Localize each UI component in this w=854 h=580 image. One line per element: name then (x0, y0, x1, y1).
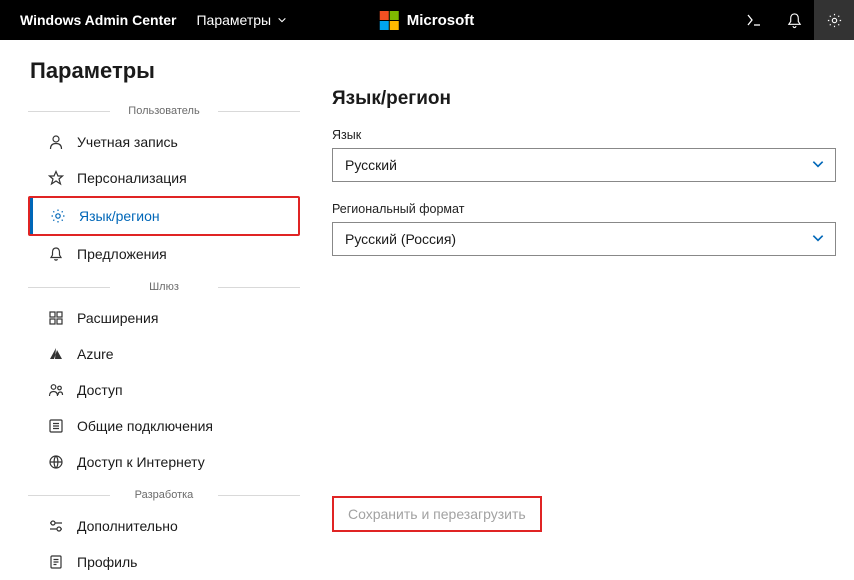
gear-icon (49, 207, 67, 225)
language-field-label: Язык (332, 128, 836, 142)
settings-button[interactable] (814, 0, 854, 40)
sidebar-item-label: Дополнительно (77, 518, 178, 534)
sidebar-item-shared-connections[interactable]: Общие подключения (28, 408, 300, 444)
chevron-down-icon (277, 15, 287, 25)
region-field-label: Региональный формат (332, 202, 836, 216)
region-select-value: Русский (Россия) (345, 231, 456, 247)
language-select-value: Русский (345, 157, 397, 173)
page-title: Параметры (28, 58, 300, 84)
sidebar-item-label: Учетная запись (77, 134, 178, 150)
language-select[interactable]: Русский (332, 148, 836, 182)
sidebar-item-extensions[interactable]: Расширения (28, 300, 300, 336)
microsoft-logo-icon (380, 11, 399, 30)
sidebar-item-label: Персонализация (77, 170, 187, 186)
sidebar-item-label: Расширения (77, 310, 158, 326)
document-icon (47, 553, 65, 571)
sidebar-item-label: Доступ (77, 382, 123, 398)
people-icon (47, 381, 65, 399)
microsoft-logo-text: Microsoft (407, 12, 475, 29)
sidebar-item-suggestions[interactable]: Предложения (28, 236, 300, 272)
section-gateway: Шлюз (28, 278, 300, 296)
settings-sidebar: Параметры Пользователь Учетная запись Пе… (28, 58, 300, 580)
star-icon (47, 169, 65, 187)
globe-icon (47, 453, 65, 471)
save-reload-button[interactable]: Сохранить и перезагрузить (332, 496, 542, 532)
breadcrumb-label: Параметры (196, 12, 271, 28)
sidebar-item-internet[interactable]: Доступ к Интернету (28, 444, 300, 480)
person-icon (47, 133, 65, 151)
section-user: Пользователь (28, 102, 300, 120)
sidebar-item-label: Профиль (77, 554, 137, 570)
highlight-language-region: Язык/регион (28, 196, 300, 236)
microsoft-logo: Microsoft (380, 11, 475, 30)
azure-icon (47, 345, 65, 363)
sidebar-item-label: Предложения (77, 246, 167, 262)
bell-icon (47, 245, 65, 263)
tools-icon (47, 517, 65, 535)
sidebar-item-advanced[interactable]: Дополнительно (28, 508, 300, 544)
sidebar-item-label: Общие подключения (77, 418, 213, 434)
app-brand: Windows Admin Center (20, 12, 176, 28)
chevron-down-icon (811, 157, 825, 174)
section-dev: Разработка (28, 486, 300, 504)
region-select[interactable]: Русский (Россия) (332, 222, 836, 256)
sidebar-item-account[interactable]: Учетная запись (28, 124, 300, 160)
sidebar-item-access[interactable]: Доступ (28, 372, 300, 408)
sidebar-item-personalization[interactable]: Персонализация (28, 160, 300, 196)
main-panel: Язык/регион Язык Русский Региональный фо… (300, 58, 836, 580)
sidebar-item-label: Azure (77, 346, 114, 362)
breadcrumb[interactable]: Параметры (196, 12, 287, 28)
sidebar-item-label: Язык/регион (79, 208, 160, 224)
cloud-shell-button[interactable] (734, 0, 774, 40)
header-actions (734, 0, 854, 40)
list-icon (47, 417, 65, 435)
chevron-down-icon (811, 231, 825, 248)
sidebar-item-label: Доступ к Интернету (77, 454, 205, 470)
sidebar-item-profile[interactable]: Профиль (28, 544, 300, 580)
grid-icon (47, 309, 65, 327)
save-button-label: Сохранить и перезагрузить (348, 506, 526, 522)
notifications-button[interactable] (774, 0, 814, 40)
app-header: Windows Admin Center Параметры Microsoft (0, 0, 854, 40)
main-title: Язык/регион (332, 88, 836, 110)
sidebar-item-language[interactable]: Язык/регион (30, 198, 298, 234)
sidebar-item-azure[interactable]: Azure (28, 336, 300, 372)
